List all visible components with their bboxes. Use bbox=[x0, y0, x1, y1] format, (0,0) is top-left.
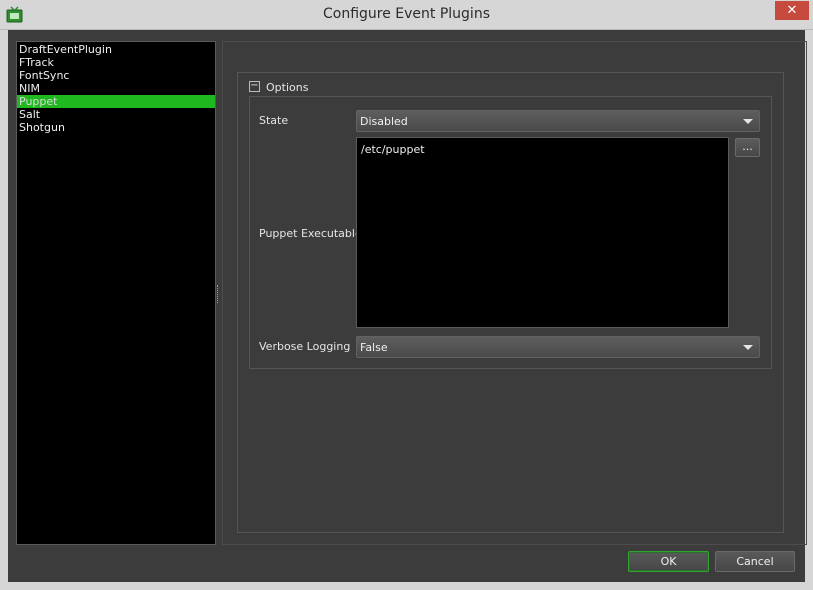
window-frame-bottom bbox=[0, 582, 813, 590]
plugin-list-item[interactable]: NIM bbox=[17, 82, 215, 95]
verbose-logging-label: Verbose Logging bbox=[259, 340, 351, 353]
plugin-list-item[interactable]: DraftEventPlugin bbox=[17, 43, 215, 56]
splitter-handle[interactable] bbox=[217, 285, 220, 303]
plugin-list-item[interactable]: FontSync bbox=[17, 69, 215, 82]
state-dropdown[interactable]: Disabled bbox=[356, 110, 760, 132]
plugin-list-item-selected[interactable]: Puppet bbox=[17, 95, 215, 108]
puppet-executable-value: /etc/puppet bbox=[361, 143, 425, 156]
ok-button[interactable]: OK bbox=[628, 551, 709, 572]
state-label: State bbox=[259, 114, 289, 127]
chevron-down-icon bbox=[743, 119, 753, 124]
collapse-toggle-icon[interactable]: − bbox=[249, 81, 260, 92]
chevron-down-icon bbox=[743, 345, 753, 350]
plugin-list[interactable]: DraftEventPlugin FTrack FontSync NIM Pup… bbox=[16, 41, 216, 545]
window-title: Configure Event Plugins bbox=[322, 6, 490, 22]
window-frame-left bbox=[0, 30, 8, 590]
close-button[interactable]: ✕ bbox=[775, 1, 809, 20]
puppet-executable-label: Puppet Executable bbox=[259, 227, 362, 240]
state-dropdown-value: Disabled bbox=[360, 115, 408, 128]
puppet-executable-field[interactable]: /etc/puppet bbox=[356, 137, 729, 328]
plugin-list-item[interactable]: FTrack bbox=[17, 56, 215, 69]
plugin-list-item[interactable]: Shotgun bbox=[17, 121, 215, 134]
options-group-label: Options bbox=[266, 81, 312, 94]
plugin-list-item[interactable]: Salt bbox=[17, 108, 215, 121]
verbose-logging-value: False bbox=[360, 341, 388, 354]
verbose-logging-dropdown[interactable]: False bbox=[356, 336, 760, 358]
title-bar[interactable]: Configure Event Plugins ✕ bbox=[0, 0, 813, 30]
browse-button[interactable]: ... bbox=[735, 138, 760, 157]
cancel-button[interactable]: Cancel bbox=[715, 551, 795, 572]
